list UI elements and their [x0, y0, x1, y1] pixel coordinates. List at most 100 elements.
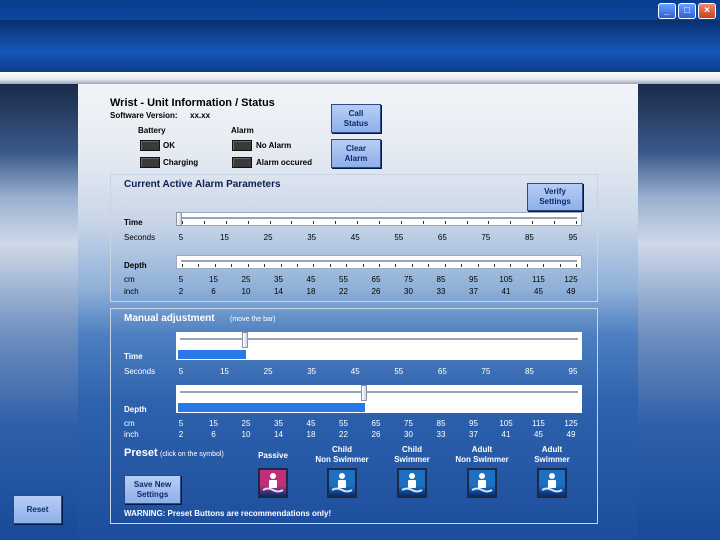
slider-tick	[477, 264, 479, 267]
slider-tick	[313, 221, 315, 224]
scale-label-seconds: 25	[263, 233, 273, 242]
scale-label-inch: 2	[178, 287, 184, 296]
battery-ok-led	[140, 140, 160, 151]
scale-label-seconds: 85	[524, 233, 534, 242]
preset-label: Adult	[541, 445, 563, 454]
preset-label: Child	[402, 445, 422, 454]
scale-label-cm: 45	[306, 275, 316, 284]
current-cm-scale: 5 15 25 35 45 55 65 75 85 95 105 115 125	[111, 275, 599, 285]
slider-tick	[576, 221, 577, 224]
slider-tick	[214, 264, 216, 267]
scale-label-cm: 55	[339, 275, 348, 284]
preset-label: Swimmer	[394, 455, 430, 464]
slider-tick	[488, 221, 490, 224]
current-inch-scale: 2 6 10 14 18 22 26 30 33 37 41 45 49	[111, 287, 599, 297]
slider-tick	[247, 264, 249, 267]
slider-tick	[510, 264, 512, 267]
header-divider	[0, 72, 720, 84]
scale-label-inch: 33	[436, 287, 446, 296]
call-status-label-2: Status	[343, 118, 369, 128]
slider-tick	[444, 221, 446, 224]
preset-warning: WARNING: Preset Buttons are recommendati…	[124, 509, 332, 518]
no-alarm-led	[232, 140, 252, 151]
slider-tick	[357, 221, 359, 224]
scale-label-seconds: 55	[394, 233, 404, 242]
scale-label-inch: 37	[469, 287, 478, 296]
slider-tick	[313, 264, 315, 267]
person-icon	[331, 473, 353, 493]
clear-alarm-button[interactable]: Clear Alarm	[331, 139, 381, 168]
slider-tick	[444, 264, 446, 267]
preset-label: Adult	[471, 445, 493, 454]
call-status-button[interactable]: Call Status	[331, 104, 381, 133]
preset-label: Non Swimmer	[455, 455, 509, 464]
slider-tick	[291, 221, 293, 224]
clear-alarm-label-2: Alarm	[344, 153, 368, 163]
slider-tick	[379, 221, 380, 224]
person-icon	[471, 473, 493, 493]
slider-tick	[466, 221, 468, 224]
slider-tick	[269, 221, 271, 224]
reset-button[interactable]: Reset	[13, 495, 62, 524]
scale-label-inch: 30	[404, 287, 413, 296]
scale-label-cm: 15	[209, 275, 218, 284]
slider-tick	[400, 221, 402, 224]
preset-row: Passive Child Non Swimmer Child Swimmer Adult…	[111, 309, 599, 525]
page-title: Wrist - Unit Information / Status	[110, 97, 275, 109]
maximize-icon[interactable]: □	[678, 3, 696, 19]
scale-label-inch: 41	[501, 287, 511, 296]
preset-label: Swimmer	[534, 455, 570, 464]
scale-label-cm: 75	[404, 275, 413, 284]
verify-settings-button[interactable]: Verify Settings	[527, 183, 583, 211]
scale-label-cm: 35	[274, 275, 283, 284]
scale-label-seconds: 45	[350, 233, 360, 242]
preset-swimmer-icon[interactable]	[537, 468, 567, 498]
slider-tick	[247, 221, 249, 224]
preset-swimmer-icon[interactable]	[397, 468, 427, 498]
slider-tick	[532, 221, 534, 224]
preset-swimmer-icon[interactable]	[467, 468, 497, 498]
slider-tick	[543, 264, 545, 267]
slider-tick	[395, 264, 397, 267]
scale-label-cm: 65	[371, 275, 381, 284]
background-right	[638, 84, 720, 540]
battery-ok-label: OK	[163, 141, 175, 150]
no-alarm-label: No Alarm	[256, 141, 292, 150]
preset-swimmer-icon[interactable]	[327, 468, 357, 498]
slider-tick	[379, 264, 380, 267]
scale-label-cm: 25	[241, 275, 251, 284]
scale-label-seconds: 15	[220, 233, 229, 242]
slider-tick	[576, 264, 577, 267]
scale-label-cm: 115	[532, 275, 545, 284]
scale-label-inch: 14	[274, 287, 283, 296]
slider-tick	[280, 264, 282, 267]
alarm-occurred-led	[232, 157, 252, 168]
minimize-icon[interactable]: _	[658, 3, 676, 19]
window-controls: _ □ ×	[658, 3, 716, 19]
slider-tick	[264, 264, 266, 267]
main-panel: Wrist - Unit Information / Status Softwa…	[78, 84, 638, 540]
verify-settings-label-2: Settings	[539, 197, 571, 206]
header-band	[0, 20, 720, 72]
verify-settings-label-1: Verify	[544, 187, 566, 196]
scale-label-inch: 49	[566, 287, 576, 296]
person-icon	[541, 473, 563, 493]
current-depth-slider	[176, 255, 582, 269]
slider-tick	[198, 264, 200, 267]
preset-label: Passive	[258, 451, 288, 460]
scale-label-inch: 6	[211, 287, 216, 296]
slider-tick	[335, 221, 337, 224]
alarm-occurred-label: Alarm occured	[256, 158, 313, 167]
battery-label: Battery	[138, 126, 166, 135]
scale-label-seconds: 75	[481, 233, 491, 242]
slider-tick	[411, 264, 413, 267]
slider-tick	[559, 264, 561, 267]
current-seconds-scale: 5 15 25 35 45 55 65 75 85 95	[111, 233, 599, 243]
close-icon[interactable]: ×	[698, 3, 716, 19]
scale-label-cm: 85	[436, 275, 446, 284]
software-version-label: Software Version:	[110, 111, 178, 120]
slider-tick	[428, 264, 430, 267]
track-line	[181, 260, 577, 262]
scale-label-inch: 22	[339, 287, 348, 296]
preset-swimmer-icon[interactable]	[258, 468, 288, 498]
